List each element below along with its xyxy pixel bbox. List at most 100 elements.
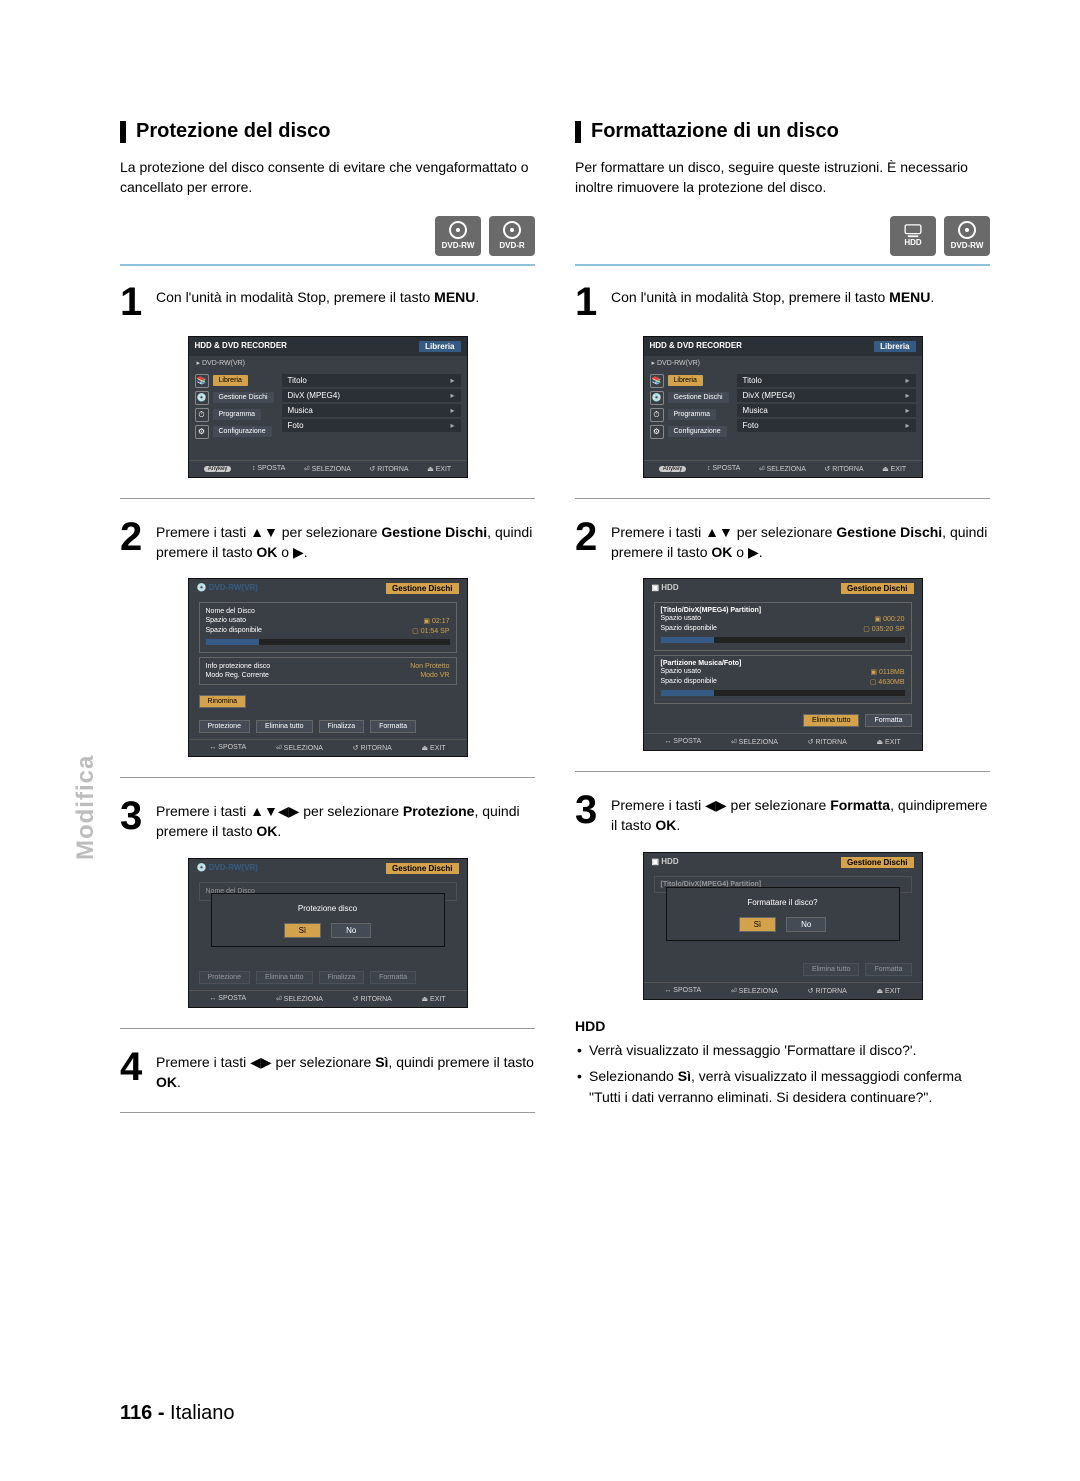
osd-footer: Anykey ↕ SPOSTA ⏎ SELEZIONA ↺ RITORNA ⏏ …	[644, 460, 922, 477]
k: RITORNA	[360, 996, 391, 1003]
osd-list: Titolo▸ DivX (MPEG4)▸ Musica▸ Foto▸	[282, 374, 461, 450]
osd-side-item: Gestione Dischi	[668, 392, 729, 403]
gd-title: Gestione Dischi	[386, 583, 458, 594]
page: Protezione del disco La protezione del d…	[0, 0, 1080, 1173]
k: EXIT	[436, 466, 452, 473]
step-3-right: 3 Premere i tasti ◀▶ per selezionare For…	[575, 792, 990, 836]
k: EXIT	[430, 996, 446, 1003]
section-bar-icon	[575, 121, 581, 143]
osd-side-item: Programma	[213, 409, 262, 420]
dvd-r-icon: DVD-R	[489, 216, 535, 256]
no-btn: No	[331, 923, 371, 938]
btn: Elimina tutto	[256, 720, 313, 733]
osd-side-item: Gestione Dischi	[213, 392, 274, 403]
k: RITORNA	[377, 466, 408, 473]
t: o ▶.	[732, 544, 762, 560]
disc: HDD	[661, 857, 678, 866]
k: SELEZIONA	[312, 466, 351, 473]
osd-header-left: HDD & DVD RECORDER	[195, 341, 287, 352]
step-1-left: 1 Con l'unità in modalità Stop, premere …	[120, 284, 535, 320]
dialog-msg: Protezione disco	[212, 904, 444, 913]
step-text: Premere i tasti ▲▼ per selezionare Gesti…	[611, 519, 990, 563]
r: Modo VR	[420, 672, 449, 679]
btn: Protezione	[199, 720, 250, 733]
page-lang: Italiano	[170, 1402, 235, 1424]
t: Gestione Dischi	[836, 524, 942, 540]
t: .	[277, 823, 281, 839]
osd-side-item: Libreria	[213, 375, 248, 386]
t: .	[475, 289, 479, 305]
t: Premere i tasti ▲▼ per selezionare	[611, 524, 836, 540]
k: SELEZIONA	[767, 466, 806, 473]
t: Gestione Dischi	[381, 524, 487, 540]
step-num: 2	[575, 519, 601, 563]
k: Anykey	[659, 466, 687, 472]
t: Con l'unità in modalità Stop, premere il…	[611, 289, 889, 305]
t: Selezionando	[589, 1068, 678, 1084]
section-head-left: Protezione del disco	[120, 120, 535, 143]
r: Spazio usato	[661, 615, 701, 623]
t: Premere i tasti ◀▶ per selezionare	[611, 797, 830, 813]
t: .	[930, 289, 934, 305]
hdd-icon: HDD	[890, 216, 936, 256]
osd-side-item: Configurazione	[213, 426, 272, 437]
k: RITORNA	[815, 739, 846, 746]
t: OK	[711, 544, 732, 560]
k: RITORNA	[815, 988, 846, 995]
gd-title: Gestione Dischi	[386, 863, 458, 874]
r: 000:20	[883, 616, 904, 623]
r: Spazio usato	[661, 668, 701, 676]
k: SELEZIONA	[284, 745, 323, 752]
t: Premere i tasti ▲▼◀▶ per selezionare	[156, 803, 403, 819]
osd-protezione-dialog: 💿 DVD-RW(VR)Gestione Dischi Nome del Dis…	[188, 858, 468, 1008]
dvd-r-label: DVD-R	[499, 241, 524, 250]
section-bar-icon	[120, 121, 126, 143]
osd-sub: DVD-RW(VR)	[202, 360, 245, 367]
hdd-label: HDD	[904, 238, 921, 247]
osd-gestione-dischi-left: 💿 DVD-RW(VR)Gestione Dischi Nome del Dis…	[188, 578, 468, 757]
t: Con l'unità in modalità Stop, premere il…	[156, 289, 434, 305]
r: 02:17	[432, 618, 450, 625]
osd-list-item: Titolo	[743, 376, 762, 385]
osd-header-right: Libreria	[874, 341, 915, 352]
k: SPOSTA	[218, 995, 246, 1002]
t: .	[676, 817, 680, 833]
btn: Formatta	[370, 720, 416, 733]
osd-list-item: Foto	[288, 421, 304, 430]
btn: Elimina tutto	[803, 963, 860, 976]
part-title: [Titolo/DivX(MPEG4) Partition]	[661, 607, 905, 614]
osd-side-item: Libreria	[668, 375, 703, 386]
t: , quindi premere il tasto	[388, 1054, 534, 1070]
btn: Formatta	[865, 714, 911, 727]
step-1-right: 1 Con l'unità in modalità Stop, premere …	[575, 284, 990, 320]
r: Modo Reg. Corrente	[206, 672, 269, 679]
dialog-msg: Formattare il disco?	[667, 898, 899, 907]
t: OK	[256, 823, 277, 839]
part-title: [Partizione Musica/Foto]	[661, 660, 905, 667]
hdd-notes: HDD Verrà visualizzato il messaggio 'For…	[575, 1016, 990, 1107]
t: OK	[655, 817, 676, 833]
osd-list-item: Titolo	[288, 376, 307, 385]
k: SELEZIONA	[739, 988, 778, 995]
btn: Elimina tutto	[256, 971, 313, 984]
step-text: Con l'unità in modalità Stop, premere il…	[156, 284, 479, 320]
step-text: Con l'unità in modalità Stop, premere il…	[611, 284, 934, 320]
dialog: Formattare il disco? SìNo	[666, 887, 900, 941]
step-num: 4	[120, 1049, 146, 1093]
k: EXIT	[885, 739, 901, 746]
step-num: 1	[120, 284, 146, 320]
section-head-right: Formattazione di un disco	[575, 120, 990, 143]
dvd-rw-label: DVD-RW	[442, 241, 475, 250]
k: EXIT	[885, 988, 901, 995]
intro-left: La protezione del disco consente di evit…	[120, 157, 535, 198]
t: MENU	[434, 289, 475, 305]
btn: Elimina tutto	[803, 714, 860, 727]
t: .	[177, 1074, 181, 1090]
btn: Finalizza	[319, 720, 365, 733]
r: Spazio usato	[206, 617, 246, 625]
disc: DVD-RW(VR)	[209, 863, 258, 872]
step-num: 2	[120, 519, 146, 563]
osd-header-right: Libreria	[419, 341, 460, 352]
t: Premere i tasti ▲▼ per selezionare	[156, 524, 381, 540]
k: SPOSTA	[712, 465, 740, 472]
